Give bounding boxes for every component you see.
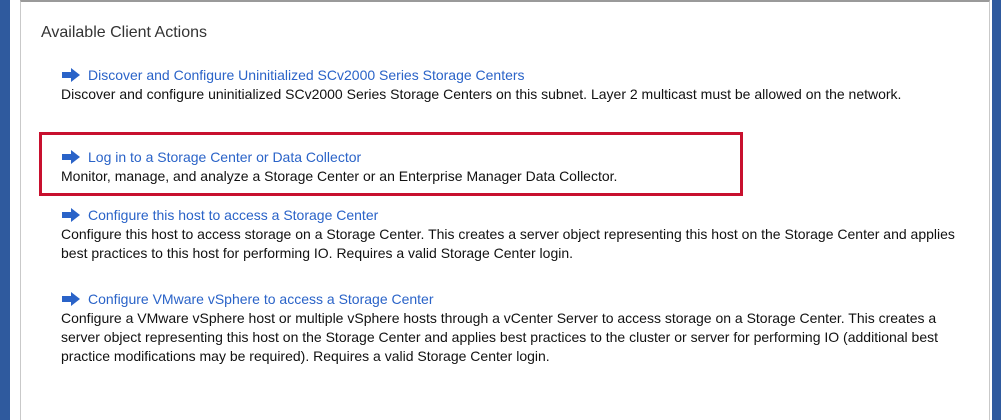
action-link-label: Log in to a Storage Center or Data Colle… [88, 149, 362, 165]
panel-title: Available Client Actions [41, 24, 208, 41]
action-discover-configure: Discover and Configure Uninitialized SCv… [61, 66, 971, 104]
action-log-in: Log in to a Storage Center or Data Colle… [61, 148, 971, 186]
arrow-right-icon [62, 150, 80, 164]
action-link-log-in[interactable]: Log in to a Storage Center or Data Colle… [61, 148, 971, 166]
action-link-configure-vmware[interactable]: Configure VMware vSphere to access a Sto… [61, 290, 971, 308]
action-configure-host: Configure this host to access a Storage … [61, 206, 971, 263]
arrow-right-icon [62, 68, 80, 82]
action-description: Configure a VMware vSphere host or multi… [61, 310, 939, 364]
action-link-discover-configure[interactable]: Discover and Configure Uninitialized SCv… [61, 66, 971, 84]
action-description: Discover and configure uninitialized SCv… [61, 86, 902, 102]
action-link-configure-host[interactable]: Configure this host to access a Storage … [61, 206, 971, 224]
action-link-label: Configure this host to access a Storage … [88, 207, 379, 223]
action-configure-vmware: Configure VMware vSphere to access a Sto… [61, 290, 971, 366]
arrow-right-icon [62, 292, 80, 306]
window-right-border [992, 0, 1001, 420]
action-link-label: Discover and Configure Uninitialized SCv… [88, 67, 525, 83]
action-description: Monitor, manage, and analyze a Storage C… [61, 168, 618, 184]
arrow-right-icon [62, 208, 80, 222]
action-link-label: Configure VMware vSphere to access a Sto… [88, 291, 434, 307]
action-description: Configure this host to access storage on… [61, 226, 955, 261]
window-left-border [0, 0, 10, 420]
